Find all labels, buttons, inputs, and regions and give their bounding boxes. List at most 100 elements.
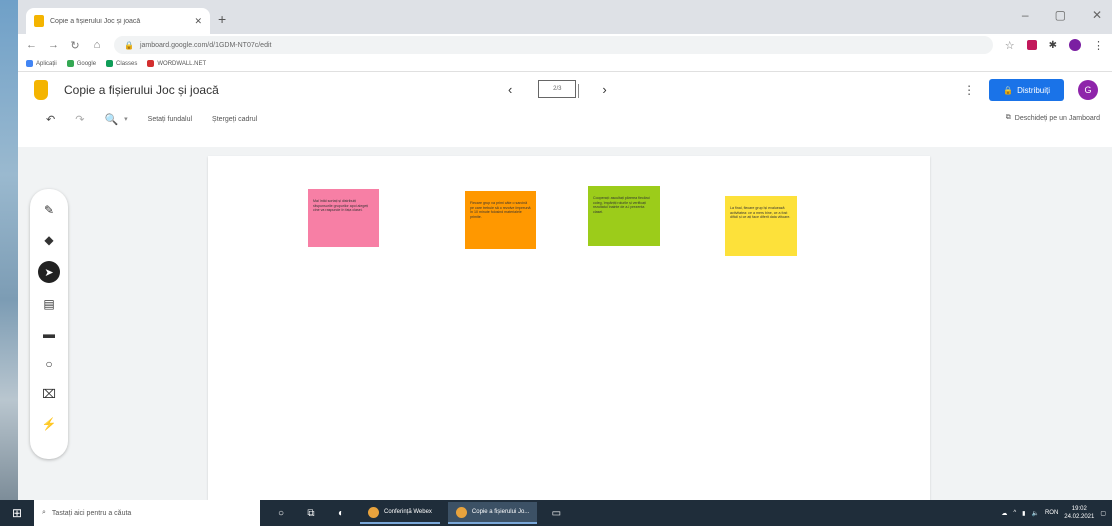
circle-icon[interactable]: ○ <box>38 355 60 373</box>
previous-frame-icon[interactable]: ‹ <box>508 82 512 97</box>
taskbar-app-jamboard[interactable]: Copie a fișierului Jo... <box>447 502 538 524</box>
notifications-icon[interactable]: ▢ <box>1100 510 1106 517</box>
laser-icon[interactable]: ⚡ <box>38 415 60 433</box>
window-controls: – ▢ ✕ <box>1022 8 1102 22</box>
profile-icon[interactable] <box>1069 39 1081 51</box>
search-icon: ⌕ <box>42 509 46 516</box>
chrome-icon <box>455 506 467 518</box>
link-icon: ⧉ <box>1005 114 1011 121</box>
set-background-button[interactable]: Setați fundalul <box>148 116 192 123</box>
taskbar-app-webex[interactable]: Conferință Webex <box>360 502 440 524</box>
extension-icon[interactable] <box>1026 40 1037 50</box>
clear-frame-button[interactable]: Ștergeți cadrul <box>212 116 257 123</box>
tab-title: Copie a fișierului Joc și joacă <box>50 17 141 25</box>
minimize-icon[interactable]: – <box>1022 8 1029 22</box>
bookmark-apps[interactable]: Aplicații <box>26 60 57 67</box>
open-in-jamboard-label: Deschideți pe un Jamboard <box>1014 114 1100 122</box>
frame-indicator: 2/3 <box>553 86 562 92</box>
zoom-icon[interactable]: 🔍 <box>104 113 118 126</box>
jamboard-favicon-icon <box>34 15 44 27</box>
redo-icon[interactable]: ↷ <box>75 113 84 126</box>
star-icon[interactable]: ☆ <box>1005 39 1015 52</box>
header-actions: ⋮ 🔒 Distribuiți G <box>963 79 1098 101</box>
taskbar-search-input[interactable]: ⌕ Tastați aici pentru a căuta <box>34 500 260 526</box>
taskbar-apps: ○ ⧉ ◐ Conferință Webex Copie a fișierulu… <box>270 502 567 524</box>
sticky-note[interactable]: Mai întâi sortați și distribuiți răspuns… <box>308 189 379 247</box>
tab-strip: Copie a fișierului Joc și joacă ✕ + – ▢ … <box>18 0 1112 34</box>
jamboard-logo-icon[interactable] <box>34 80 48 100</box>
jam-canvas[interactable]: Mai întâi sortați și distribuiți răspuns… <box>208 156 930 500</box>
next-frame-icon[interactable]: › <box>602 82 606 97</box>
chevron-down-icon[interactable]: ▾ <box>124 115 128 123</box>
extension-icons: ☆ ✱ ⋮ <box>1005 39 1104 52</box>
more-options-icon[interactable]: ⋮ <box>963 83 975 97</box>
frame-navigator: ‹ 2/3 › <box>508 80 607 98</box>
browser-tab[interactable]: Copie a fișierului Joc și joacă ✕ <box>26 8 210 34</box>
new-tab-icon[interactable]: + <box>218 11 226 27</box>
sticky-note-icon[interactable]: ▤ <box>38 295 60 313</box>
windows-taskbar: ⊞ ⌕ Tastați aici pentru a căuta ○ ⧉ ◐ Co… <box>0 500 1112 526</box>
text-box-icon[interactable]: ⌧ <box>38 385 60 403</box>
maximize-icon[interactable]: ▢ <box>1055 8 1066 22</box>
windows-start-icon[interactable]: ⊞ <box>0 500 34 526</box>
chrome-menu-icon[interactable]: ⋮ <box>1093 39 1104 52</box>
bookmark-google[interactable]: Google <box>66 60 96 67</box>
bookmark-classes[interactable]: Classes <box>106 60 137 67</box>
reload-icon[interactable]: ↻ <box>70 39 80 52</box>
sticky-note[interactable]: Fiecare grup va primi câte o sarcină pe … <box>465 191 536 249</box>
bookmark-label: Classes <box>116 60 138 67</box>
language-indicator[interactable]: RON <box>1045 510 1058 516</box>
clock[interactable]: 19:02 24.02.2021 <box>1064 505 1094 521</box>
close-icon[interactable]: ✕ <box>194 16 202 27</box>
browser-window: Copie a fișierului Joc și joacă ✕ + – ▢ … <box>18 0 1112 500</box>
bookmarks-bar: Aplicații Google Classes WORDWALL.NET <box>18 56 1112 72</box>
lock-icon: 🔒 <box>124 40 134 50</box>
system-tray: ☁ ^ ▮ 🔈 RON 19:02 24.02.2021 ▢ <box>1001 500 1106 526</box>
bookmark-label: WORDWALL.NET <box>157 60 207 67</box>
open-in-jamboard-button[interactable]: ⧉ Deschideți pe un Jamboard <box>1006 114 1100 122</box>
clock-time: 19:02 <box>1071 506 1087 512</box>
apps-icon <box>26 60 33 67</box>
address-bar: ← → ↻ ⌂ 🔒 jamboard.google.com/d/1GDM-NT0… <box>18 34 1112 56</box>
url-text: jamboard.google.com/d/1GDM-NT07c/edit <box>139 41 272 49</box>
url-input[interactable]: 🔒 jamboard.google.com/d/1GDM-NT07c/edit <box>114 36 993 54</box>
bookmark-label: Aplicații <box>36 60 57 67</box>
frame-bar-button[interactable]: 2/3 <box>538 80 580 98</box>
avatar[interactable]: G <box>1078 80 1098 100</box>
forward-icon[interactable]: → <box>48 39 59 51</box>
taskbar-app-label: Copie a fișierului Jo... <box>471 509 530 515</box>
task-view-icon[interactable]: ⧉ <box>300 503 322 523</box>
lock-icon: 🔒 <box>1003 85 1014 95</box>
photos-icon[interactable]: ▭ <box>545 503 567 523</box>
select-icon[interactable]: ➤ <box>38 261 60 283</box>
google-icon <box>66 60 74 67</box>
sticky-note[interactable]: Cooperați: ascultați părerea fiecărui co… <box>588 186 660 246</box>
classroom-icon <box>106 60 114 67</box>
weather-icon[interactable]: ☁ <box>1001 510 1007 517</box>
document-title[interactable]: Copie a fișierului Joc și joacă <box>64 83 219 97</box>
edge-icon[interactable]: ◐ <box>330 503 352 523</box>
eraser-icon[interactable]: ◆ <box>38 231 60 249</box>
volume-icon[interactable]: 🔈 <box>1031 510 1038 517</box>
wordwall-icon <box>147 60 155 67</box>
network-icon[interactable]: ▮ <box>1022 510 1025 517</box>
chevron-up-icon[interactable]: ^ <box>1013 510 1016 516</box>
share-button[interactable]: 🔒 Distribuiți <box>989 79 1064 101</box>
puzzle-icon[interactable]: ✱ <box>1049 40 1057 51</box>
clock-date: 24.02.2021 <box>1064 514 1095 520</box>
image-icon[interactable]: ▬ <box>38 325 60 343</box>
close-window-icon[interactable]: ✕ <box>1092 8 1102 22</box>
undo-icon[interactable]: ↶ <box>46 113 55 126</box>
tool-palette: ✎ ◆ ➤ ▤ ▬ ○ ⌧ ⚡ <box>30 189 68 459</box>
pen-icon[interactable]: ✎ <box>38 201 60 219</box>
search-placeholder: Tastați aici pentru a căuta <box>51 509 132 517</box>
jamboard-header: Copie a fișierului Joc și joacă ‹ 2/3 › … <box>18 72 1112 108</box>
home-icon[interactable]: ⌂ <box>92 39 102 51</box>
sticky-note[interactable]: La final, fiecare grup își evaluează act… <box>725 196 797 256</box>
cortana-icon[interactable]: ○ <box>270 503 292 523</box>
bookmark-wordwall[interactable]: WORDWALL.NET <box>147 60 206 67</box>
share-label: Distribuiți <box>1017 85 1050 95</box>
taskbar-app-label: Conferință Webex <box>384 509 432 515</box>
back-icon[interactable]: ← <box>26 39 37 51</box>
workspace: ✎ ◆ ➤ ▤ ▬ ○ ⌧ ⚡ Mai întâi sortați și dis… <box>18 147 1112 500</box>
